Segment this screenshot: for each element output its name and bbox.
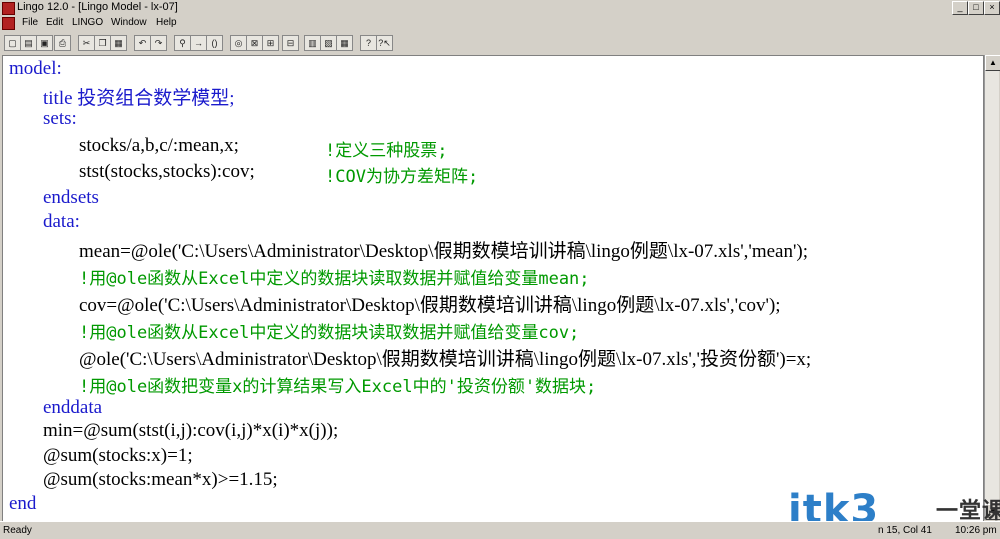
status-bar: Ready n 15, Col 41 10:26 pm <box>0 521 1000 539</box>
new-icon[interactable]: ▢ <box>4 35 21 51</box>
code-line: stst(stocks,stocks):cov; <box>79 161 255 182</box>
go-to-line-icon[interactable]: → <box>190 35 207 51</box>
close-icon[interactable]: × <box>984 1 1000 15</box>
tile-icon[interactable]: ▥ <box>304 35 321 51</box>
code-line: @sum(stocks:x)=1; <box>43 445 193 466</box>
solution-icon[interactable]: ⊠ <box>246 35 263 51</box>
menu-window[interactable]: Window <box>111 15 147 31</box>
code-line: model: <box>9 58 62 79</box>
menu-lingo[interactable]: LINGO <box>72 15 103 31</box>
print-icon[interactable]: ⎙ <box>54 35 71 51</box>
find-icon[interactable]: ⚲ <box>174 35 191 51</box>
menu-edit[interactable]: Edit <box>46 15 63 31</box>
redo-icon[interactable]: ↷ <box>150 35 167 51</box>
code-line: min=@sum(stst(i,j):cov(i,j)*x(i)*x(j)); <box>43 420 339 441</box>
context-help-icon[interactable]: ?↖ <box>376 35 393 51</box>
status-time: 10:26 pm <box>955 525 997 536</box>
solve-icon[interactable]: ◎ <box>230 35 247 51</box>
scroll-up-icon[interactable]: ▲ <box>985 55 1000 71</box>
minimize-icon[interactable]: _ <box>952 1 968 15</box>
matrix-icon[interactable]: ⊞ <box>262 35 279 51</box>
code-line: enddata <box>43 397 103 418</box>
open-icon[interactable]: ▤ <box>20 35 37 51</box>
copy-icon[interactable]: ❐ <box>94 35 111 51</box>
save-icon[interactable]: ▣ <box>36 35 53 51</box>
code-comment: !用@ole函数从Excel中定义的数据块读取数据并赋值给变量cov; <box>79 323 580 343</box>
menu-help[interactable]: Help <box>156 15 177 31</box>
code-line: @sum(stocks:mean*x)>=1.15; <box>43 469 278 490</box>
help-icon[interactable]: ? <box>360 35 377 51</box>
document-icon[interactable] <box>2 17 15 30</box>
vertical-scrollbar[interactable]: ▲ ▼ <box>984 55 1000 520</box>
undo-icon[interactable]: ↶ <box>134 35 151 51</box>
code-editor[interactable]: model: title 投资组合数学模型; sets: stocks/a,b,… <box>2 55 984 522</box>
menu-file[interactable]: File <box>22 15 38 31</box>
paste-icon[interactable]: ▦ <box>110 35 127 51</box>
cascade-icon[interactable]: ▧ <box>320 35 337 51</box>
code-line: data: <box>43 211 80 232</box>
arrange-icon[interactable]: ▦ <box>336 35 353 51</box>
code-line: stocks/a,b,c/:mean,x; <box>79 135 239 156</box>
toolbar: ▢ ▤ ▣ ⎙ ✂ ❐ ▦ ↶ ↷ ⚲ → () ◎ ⊠ ⊞ ⊟ ▥ ▧ ▦ ?… <box>0 33 1000 53</box>
code-comment: !用@ole函数从Excel中定义的数据块读取数据并赋值给变量mean; <box>79 269 590 289</box>
code-line: title 投资组合数学模型; <box>43 88 235 109</box>
code-line: cov=@ole('C:\Users\Administrator\Desktop… <box>79 295 781 316</box>
code-comment: !定义三种股票; <box>325 141 448 161</box>
menu-bar: File Edit LINGO Window Help <box>0 15 1000 31</box>
cut-icon[interactable]: ✂ <box>78 35 95 51</box>
code-line: endsets <box>43 187 99 208</box>
app-icon <box>2 2 15 15</box>
match-paren-icon[interactable]: () <box>206 35 223 51</box>
code-line: mean=@ole('C:\Users\Administrator\Deskto… <box>79 241 808 262</box>
status-ready: Ready <box>3 525 32 536</box>
status-position: n 15, Col 41 <box>878 525 932 536</box>
code-comment: !用@ole函数把变量x的计算结果写入Excel中的'投资份额'数据块; <box>79 377 597 397</box>
title-bar: Lingo 12.0 - [Lingo Model - lx-07] _ □ × <box>0 0 1000 15</box>
code-line: sets: <box>43 108 77 129</box>
code-line: end <box>9 493 37 514</box>
code-line: @ole('C:\Users\Administrator\Desktop\假期数… <box>79 349 812 370</box>
code-comment: !COV为协方差矩阵; <box>325 167 479 187</box>
maximize-icon[interactable]: □ <box>968 1 984 15</box>
options-icon[interactable]: ⊟ <box>282 35 299 51</box>
window-title: Lingo 12.0 - [Lingo Model - lx-07] <box>17 1 178 13</box>
